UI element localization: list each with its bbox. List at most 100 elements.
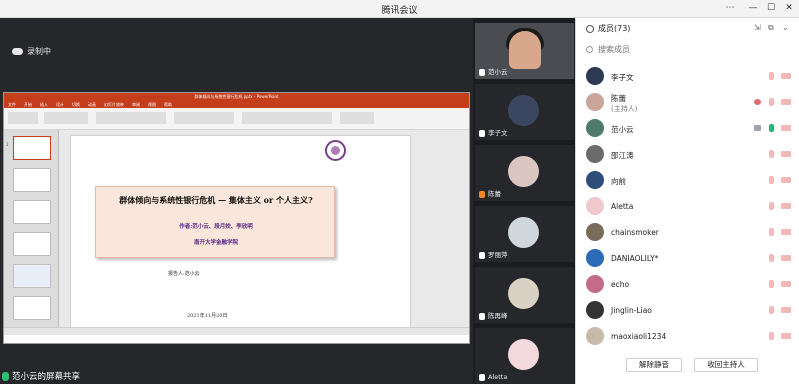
meeting-window: 腾讯会议 ⋯ — ☐ ✕ 录制中 群体倾向与系统性银行危机.pptx - Pow… [0,0,799,384]
camera-off-icon[interactable] [781,151,791,157]
member-name: 向前 [611,177,626,186]
ribbon-group[interactable] [96,112,166,124]
slide-thumbnail[interactable] [13,232,51,256]
member-row[interactable]: maoxiaoli1234 [576,323,798,349]
popout-icon[interactable]: ⧉ [768,23,774,33]
member-row[interactable]: echo [576,271,798,297]
video-tile-name: 陈蕾 [488,190,501,198]
ppt-ribbon [4,108,469,130]
member-row[interactable]: 向前 [576,167,798,193]
member-row[interactable]: chainsmoker [576,219,798,245]
mic-muted-icon[interactable] [769,176,774,184]
ppt-tab[interactable]: 文件 [8,101,16,108]
member-name: 李子文 [611,73,634,82]
camera-off-icon[interactable] [781,307,791,313]
avatar [586,249,604,267]
ribbon-group[interactable] [242,112,332,124]
avatar [586,93,604,111]
mic-on-icon[interactable] [769,124,774,132]
member-role: (主持人) [611,105,638,113]
ribbon-group[interactable] [8,112,38,124]
camera-off-icon[interactable] [781,177,791,183]
avatar [508,217,539,248]
mic-muted-icon[interactable] [769,254,774,262]
ribbon-group[interactable] [174,112,234,124]
member-row[interactable]: 陈蕾 (主持人) [576,89,798,115]
mic-muted-icon[interactable] [769,306,774,314]
video-tile[interactable]: 陈再峰 [475,267,574,323]
video-tile[interactable]: 罗丽萍 [475,206,574,262]
ppt-tab[interactable]: 幻灯片放映 [104,101,124,108]
slide-thumbnail[interactable] [13,200,51,224]
ppt-tab[interactable]: 视图 [148,101,156,108]
slide-thumbnail[interactable] [13,264,51,288]
member-row[interactable]: DANIAOLILY* [576,245,798,271]
camera-off-icon[interactable] [781,99,791,105]
camera-off-icon[interactable] [781,125,791,131]
reclaim-host-button[interactable]: 收回主持人 [694,358,758,372]
slide-title: 群体倾向与系统性银行危机 — 集体主义 or 个人主义? [119,195,313,205]
ppt-tab[interactable]: 插入 [40,101,48,108]
member-search-input[interactable] [598,44,778,54]
slide-thumbnail[interactable] [13,296,51,320]
video-tile[interactable]: 李子文 [475,84,574,140]
member-search[interactable] [586,41,790,57]
ppt-tab[interactable]: 开始 [24,101,32,108]
share-owner-label: 范小云的屏幕共享 [12,372,81,382]
unmute-all-button[interactable]: 解除静音 [626,358,682,372]
speaker-face [509,31,541,69]
ppt-tab[interactable]: 切换 [72,101,80,108]
mic-muted-icon[interactable] [769,72,774,80]
members-icon [586,24,594,33]
member-row[interactable]: 邵江涛 [576,141,798,167]
university-seal-icon [325,140,346,161]
member-row[interactable]: 李子文 [576,63,798,89]
member-row[interactable]: Aletta [576,193,798,219]
more-icon[interactable]: ⋯ [723,2,737,15]
ribbon-group[interactable] [340,112,374,124]
mic-muted-icon[interactable] [769,280,774,288]
search-icon [586,45,593,53]
avatar [586,197,604,215]
mic-muted-icon[interactable] [769,98,774,106]
camera-off-icon[interactable] [781,203,791,209]
ppt-tab[interactable]: 设计 [56,101,64,108]
minimize-icon[interactable]: — [746,2,760,15]
ribbon-group[interactable] [44,112,88,124]
camera-off-icon[interactable] [781,229,791,235]
slide-thumbnail[interactable] [13,136,51,160]
mic-muted-icon[interactable] [769,202,774,210]
avatar [586,171,604,189]
chevron-down-icon[interactable]: ⌄ [782,23,789,32]
window-title: 腾讯会议 [381,6,418,16]
ppt-tab[interactable]: 帮助 [164,101,172,108]
invite-icon[interactable]: ⇲ [754,23,761,32]
member-row[interactable]: Jinglin-Liao [576,297,798,323]
camera-off-icon[interactable] [781,281,791,287]
mic-muted-icon[interactable] [769,332,774,340]
slide-thumbnails: 1 [4,130,59,335]
mic-muted-icon[interactable] [769,150,774,158]
slide-thumbnail[interactable] [13,168,51,192]
mic-muted-icon[interactable] [769,228,774,236]
ppt-tab[interactable]: 动画 [88,101,96,108]
window-titlebar: 腾讯会议 ⋯ — ☐ ✕ [0,0,799,18]
avatar [586,67,604,85]
camera-off-icon[interactable] [781,255,791,261]
camera-off-icon[interactable] [781,73,791,79]
ppt-tab[interactable]: 审阅 [132,101,140,108]
host-icon [479,191,485,198]
video-tile[interactable]: 范小云 [475,23,574,79]
avatar [586,327,604,345]
camera-off-icon[interactable] [781,333,791,339]
video-tile-name: Aletta [488,373,508,381]
close-icon[interactable]: ✕ [782,2,796,15]
video-tile-name: 范小云 [488,68,508,76]
cloud-icon [12,48,23,55]
member-row[interactable]: 范小云 [576,115,798,141]
members-panel: 成员(73) ⇲ ⧉ ⌄ 李子文 陈蕾 (主持人) 范小云 [575,18,799,384]
video-tile[interactable]: Aletta [475,328,574,384]
video-tile[interactable]: 陈蕾 [475,145,574,201]
maximize-icon[interactable]: ☐ [764,2,778,15]
ppt-workspace: 1 群体倾向与系统性银行危机 — 集体主义 or 个人主义? 作者:范小云、段月… [4,130,469,335]
